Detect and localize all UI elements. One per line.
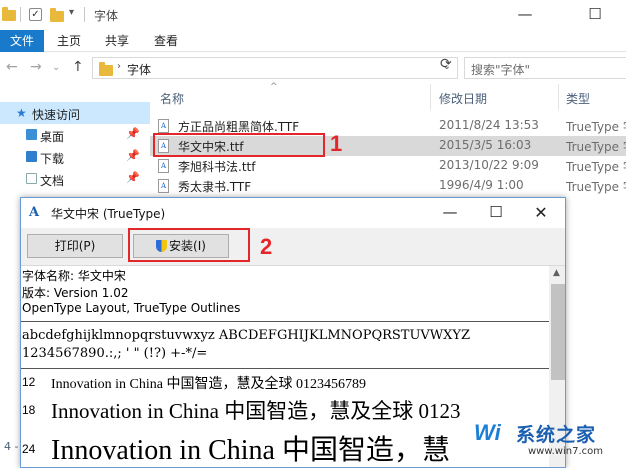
scrollbar-thumb[interactable] (551, 284, 565, 380)
back-arrow-icon[interactable]: ← (6, 59, 18, 75)
column-divider[interactable] (430, 84, 431, 110)
sidebar-item-label: 文档 (40, 174, 65, 188)
address-input[interactable]: › 字体 ⌄ (92, 57, 458, 79)
sidebar-item-label: 下载 (40, 152, 65, 166)
file-date: 2015/3/5 16:03 (439, 138, 532, 152)
font-file-icon: A (158, 159, 169, 173)
file-name: 秀太隶书.TTF (178, 180, 252, 194)
sidebar-item-desktop[interactable]: 桌面 📌 (0, 124, 150, 146)
file-type: TrueType 字 (566, 180, 626, 194)
explorer-titlebar: ✓ ▾ 字体 — ☐ (0, 0, 626, 30)
annotation-highlight-box (153, 133, 325, 157)
document-icon (26, 173, 37, 184)
dialog-minimize-button[interactable]: — (427, 198, 473, 228)
toolbar-separator (20, 7, 21, 22)
sample-digits: 1234567890.:,; ' " (!?) +-*/= (22, 346, 208, 361)
dialog-close-button[interactable]: ✕ (518, 198, 564, 228)
file-type: TrueType 字 (566, 140, 626, 154)
breadcrumb-path[interactable]: 字体 (127, 61, 151, 78)
font-file-icon: A (158, 179, 169, 193)
font-name-info: 字体名称: 华文中宋 (22, 269, 126, 283)
scroll-up-arrow-icon[interactable]: ▲ (553, 268, 560, 278)
up-arrow-icon[interactable]: ↑ (72, 59, 84, 75)
font-format-info: OpenType Layout, TrueType Outlines (22, 301, 241, 315)
pin-icon: 📌 (126, 171, 140, 184)
file-date: 2011/8/24 13:53 (439, 118, 539, 132)
size-label: 18 (22, 403, 36, 417)
size-label: 12 (22, 375, 36, 389)
dialog-title: 华文中宋 (TrueType) (51, 207, 166, 221)
forward-arrow-icon[interactable]: → (30, 59, 42, 75)
sidebar-item-label: 桌面 (40, 130, 65, 144)
maximize-button[interactable]: ☐ (572, 0, 618, 30)
tab-home[interactable]: 主页 (54, 30, 84, 52)
font-version-info: 版本: Version 1.02 (22, 286, 129, 300)
file-name: 李旭科书法.ttf (178, 160, 256, 174)
dialog-maximize-button[interactable]: ☐ (473, 198, 519, 228)
new-folder-icon[interactable] (50, 8, 64, 22)
column-header-date[interactable]: 修改日期 (439, 90, 487, 107)
watermark-logo-icon: Wi (474, 420, 501, 445)
item-count-stub: 4 - (4, 440, 19, 453)
size-sample-row: 12 Innovation in China 中国智造，慧及全球 0123456… (21, 372, 549, 392)
star-icon: ★ (16, 106, 27, 120)
column-divider[interactable] (558, 84, 559, 110)
font-app-icon: A (29, 205, 40, 220)
font-file-icon: A (158, 119, 169, 133)
annotation-number: 1 (330, 131, 343, 156)
file-date: 1996/4/9 1:00 (439, 178, 524, 192)
recent-locations-chevron-icon[interactable]: ⌄ (52, 62, 60, 73)
download-icon (26, 151, 37, 162)
size-sample-text: Innovation in China 中国智造，慧 (51, 435, 450, 466)
sort-caret-icon: ^ (270, 82, 278, 92)
column-header-type[interactable]: 类型 (566, 90, 590, 107)
size-sample-text: Innovation in China 中国智造，慧及全球 0123456789 (51, 377, 366, 392)
watermark-url: www.win7.com (528, 446, 603, 457)
toolbar-separator (84, 7, 85, 22)
annotation-number: 2 (260, 234, 273, 259)
properties-check-icon[interactable]: ✓ (29, 8, 42, 21)
window-title: 字体 (94, 9, 119, 23)
search-placeholder: 搜索"字体" (471, 63, 531, 77)
refresh-icon[interactable]: ⟳ (440, 56, 452, 72)
quick-access-dropdown-icon[interactable]: ▾ (69, 7, 74, 18)
file-list-header: ^ 名称 修改日期 类型 (150, 82, 626, 110)
minimize-button[interactable]: — (502, 0, 548, 30)
desktop-icon (26, 129, 37, 140)
file-row[interactable]: A 秀太隶书.TTF 1996/4/9 1:00 TrueType 字 (150, 176, 626, 196)
search-input[interactable]: 搜索"字体" (464, 57, 626, 79)
file-type: TrueType 字 (566, 120, 626, 134)
pin-icon: 📌 (126, 127, 140, 140)
divider (21, 368, 549, 369)
tab-file[interactable]: 文件 (0, 30, 44, 52)
folder-icon (2, 7, 16, 21)
file-row[interactable]: A 李旭科书法.ttf 2013/10/22 9:09 TrueType 字 (150, 156, 626, 176)
sample-alphabet: abcdefghijklmnopqrstuvwxyz ABCDEFGHIJKLM… (22, 328, 471, 343)
sidebar-item-downloads[interactable]: 下载 📌 (0, 146, 150, 168)
pin-icon: 📌 (126, 149, 140, 162)
breadcrumb-chevron-icon[interactable]: › (117, 61, 121, 72)
file-type: TrueType 字 (566, 160, 626, 174)
annotation-highlight-box (128, 228, 250, 262)
print-button[interactable]: 打印(P) (27, 234, 123, 258)
size-label: 24 (22, 442, 36, 456)
file-date: 2013/10/22 9:09 (439, 158, 539, 172)
address-toolbar: ← → ⌄ ↑ › 字体 ⌄ ⟳ 搜索"字体" (0, 53, 626, 83)
watermark-text: 系统之家 (516, 424, 597, 446)
dialog-titlebar: A 华文中宋 (TrueType) — ☐ ✕ (21, 198, 565, 228)
column-header-name[interactable]: 名称 (160, 90, 184, 107)
folder-icon (99, 62, 113, 76)
ribbon-tabs: 文件 主页 共享 查看 (0, 30, 626, 52)
tab-view[interactable]: 查看 (150, 30, 182, 52)
sidebar-item-documents[interactable]: 文档 📌 (0, 168, 150, 190)
site-watermark: Wi 系统之家 www.win7.com (470, 412, 626, 468)
sidebar-item-label: 快速访问 (32, 108, 81, 122)
divider (21, 321, 549, 322)
size-sample-text: Innovation in China 中国智造，慧及全球 0123 (51, 399, 461, 423)
dialog-toolbar: 打印(P) 安装(I) (21, 228, 565, 266)
sidebar-item-quick-access[interactable]: ★ 快速访问 (0, 102, 150, 124)
tab-share[interactable]: 共享 (102, 30, 132, 52)
